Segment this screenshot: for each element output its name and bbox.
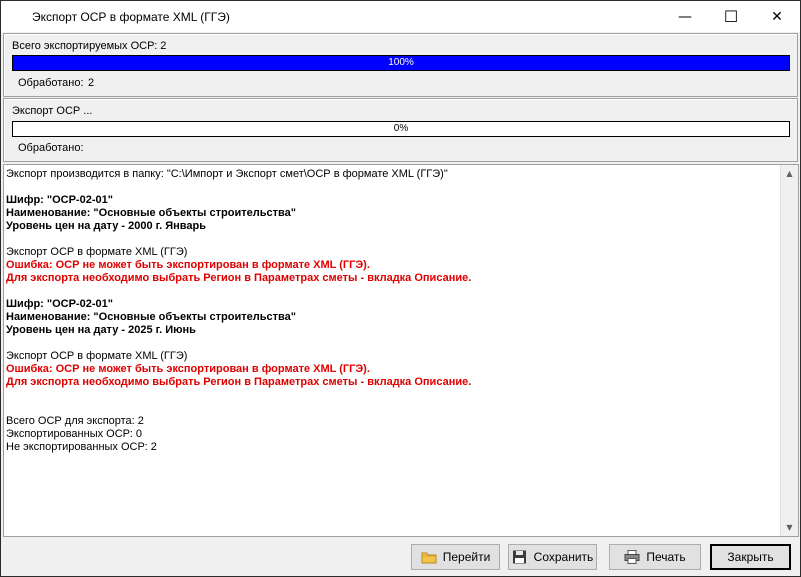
log-line: Экспорт производится в папку: "C:\Импорт… bbox=[6, 168, 448, 180]
close-icon: ✕ bbox=[771, 8, 783, 25]
log-line: Экспорт ОСР в формате XML (ГГЭ) bbox=[6, 350, 188, 362]
folder-icon bbox=[421, 550, 437, 564]
log-line: Шифр: "ОСР-02-01" bbox=[6, 194, 113, 206]
log-line: Ошибка: ОСР не может быть экспортирован … bbox=[6, 259, 370, 271]
vertical-scrollbar[interactable]: ▲ ▼ bbox=[780, 165, 798, 536]
current-export-label: Экспорт ОСР ... bbox=[12, 105, 93, 117]
log-line: Не экспортированных ОСР: 2 bbox=[6, 441, 157, 453]
title-bar[interactable]: Экспорт ОСР в формате XML (ГГЭ) — ☐ ✕ bbox=[1, 1, 800, 32]
total-export-label: Всего экспортируемых ОСР: 2 bbox=[12, 40, 167, 52]
print-button-label: Печать bbox=[646, 550, 686, 564]
window-title: Экспорт ОСР в формате XML (ГГЭ) bbox=[32, 10, 230, 24]
log-line: Ошибка: ОСР не может быть экспортирован … bbox=[6, 363, 370, 375]
total-processed-label: Обработано: bbox=[18, 77, 84, 89]
log-line: Для экспорта необходимо выбрать Регион в… bbox=[6, 376, 472, 388]
current-processed-label: Обработано: bbox=[18, 142, 84, 154]
total-progress-bar: 100% bbox=[12, 55, 790, 71]
minimize-icon: — bbox=[678, 8, 692, 25]
close-button[interactable]: Закрыть bbox=[710, 544, 791, 570]
export-log[interactable]: Экспорт производится в папку: "C:\Импорт… bbox=[3, 164, 799, 537]
maximize-button[interactable]: ☐ bbox=[708, 1, 754, 32]
log-line: Уровень цен на дату - 2025 г. Июнь bbox=[6, 324, 196, 336]
log-line: Для экспорта необходимо выбрать Регион в… bbox=[6, 272, 472, 284]
log-line: Наименование: "Основные объекты строител… bbox=[6, 207, 296, 219]
log-line: Экспорт ОСР в формате XML (ГГЭ) bbox=[6, 246, 188, 258]
print-button[interactable]: Печать bbox=[609, 544, 701, 570]
log-line: Наименование: "Основные объекты строител… bbox=[6, 311, 296, 323]
current-progress-text: 0% bbox=[393, 123, 409, 134]
maximize-icon: ☐ bbox=[723, 7, 739, 26]
log-lines: Экспорт производится в папку: "C:\Импорт… bbox=[6, 168, 776, 454]
minimize-button[interactable]: — bbox=[662, 1, 708, 32]
printer-icon bbox=[624, 550, 640, 564]
current-progress-panel: Экспорт ОСР ... 0% Обработано: bbox=[3, 98, 798, 162]
save-button-label: Сохранить bbox=[533, 550, 594, 564]
export-dialog: Экспорт ОСР в формате XML (ГГЭ) — ☐ ✕ Вс… bbox=[0, 0, 801, 577]
save-button[interactable]: Сохранить bbox=[508, 544, 597, 570]
log-line: Уровень цен на дату - 2000 г. Январь bbox=[6, 220, 206, 232]
floppy-disk-icon bbox=[512, 550, 528, 564]
total-progress-panel: Всего экспортируемых ОСР: 2 100% Обработ… bbox=[3, 33, 798, 97]
goto-button-label: Перейти bbox=[442, 550, 491, 564]
log-line: Шифр: "ОСР-02-01" bbox=[6, 298, 113, 310]
total-progress-text: 100% bbox=[388, 57, 414, 68]
log-line: Всего ОСР для экспорта: 2 bbox=[6, 415, 144, 427]
goto-button[interactable]: Перейти bbox=[411, 544, 500, 570]
total-processed-value: 2 bbox=[88, 77, 95, 89]
close-button-label: Закрыть bbox=[727, 550, 774, 564]
scroll-down-icon[interactable]: ▼ bbox=[781, 519, 798, 536]
log-line: Экспортированных ОСР: 0 bbox=[6, 428, 142, 440]
current-progress-bar: 0% bbox=[12, 121, 790, 137]
scroll-up-icon[interactable]: ▲ bbox=[781, 165, 798, 182]
close-window-button[interactable]: ✕ bbox=[754, 1, 800, 32]
